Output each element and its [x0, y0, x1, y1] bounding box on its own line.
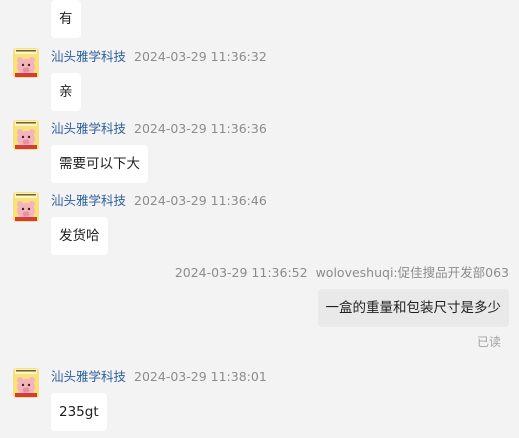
message-time: 2024-03-29 11:38:01: [134, 369, 267, 384]
sender-name[interactable]: 汕头雅学科技: [51, 369, 126, 384]
message-meta: 汕头雅学科技 2024-03-29 11:36:32: [51, 49, 267, 65]
message-bubble[interactable]: 发货哈: [51, 217, 108, 255]
message-meta: 2024-03-29 11:36:52 woloveshuqi:促佳搜品开发部06…: [175, 265, 509, 281]
sender-name[interactable]: 汕头雅学科技: [51, 193, 126, 208]
message-meta: 汕头雅学科技 2024-03-29 11:36:46: [51, 193, 267, 209]
message-time: 2024-03-29 11:36:32: [134, 49, 267, 64]
message-time: 2024-03-29 11:36:52: [174, 265, 308, 280]
sender-avatar[interactable]: [13, 192, 39, 222]
pig-avatar-icon: [13, 192, 39, 222]
sender-avatar[interactable]: [13, 120, 39, 150]
read-status: 已读: [476, 335, 501, 349]
message-meta: 汕头雅学科技 2024-03-29 11:36:36: [51, 121, 267, 137]
message-time: 2024-03-29 11:36:46: [134, 193, 267, 208]
message-bubble-self[interactable]: 一盒的重量和包装尺寸是多少: [317, 289, 509, 327]
sender-name: woloveshuqi:促佳搜品开发部063: [315, 265, 509, 280]
message-bubble[interactable]: 亲: [51, 73, 81, 111]
sender-avatar[interactable]: [13, 368, 39, 398]
message-meta: 汕头雅学科技 2024-03-29 11:38:01: [51, 369, 267, 385]
pig-avatar-icon: [13, 48, 39, 78]
chat-message-list[interactable]: 有 汕头雅学科技 2024-03-29 11:36:32 亲 汕头雅学科技 20…: [0, 0, 519, 438]
pig-avatar-icon: [13, 120, 39, 150]
message-bubble[interactable]: 需要可以下大: [51, 145, 148, 183]
pig-avatar-icon: [13, 368, 39, 398]
message-bubble[interactable]: 235gt: [51, 393, 107, 431]
message-bubble[interactable]: 有: [51, 0, 81, 38]
sender-name[interactable]: 汕头雅学科技: [51, 121, 126, 136]
message-time: 2024-03-29 11:36:36: [134, 121, 267, 136]
sender-avatar[interactable]: [13, 48, 39, 78]
sender-name[interactable]: 汕头雅学科技: [51, 49, 126, 64]
